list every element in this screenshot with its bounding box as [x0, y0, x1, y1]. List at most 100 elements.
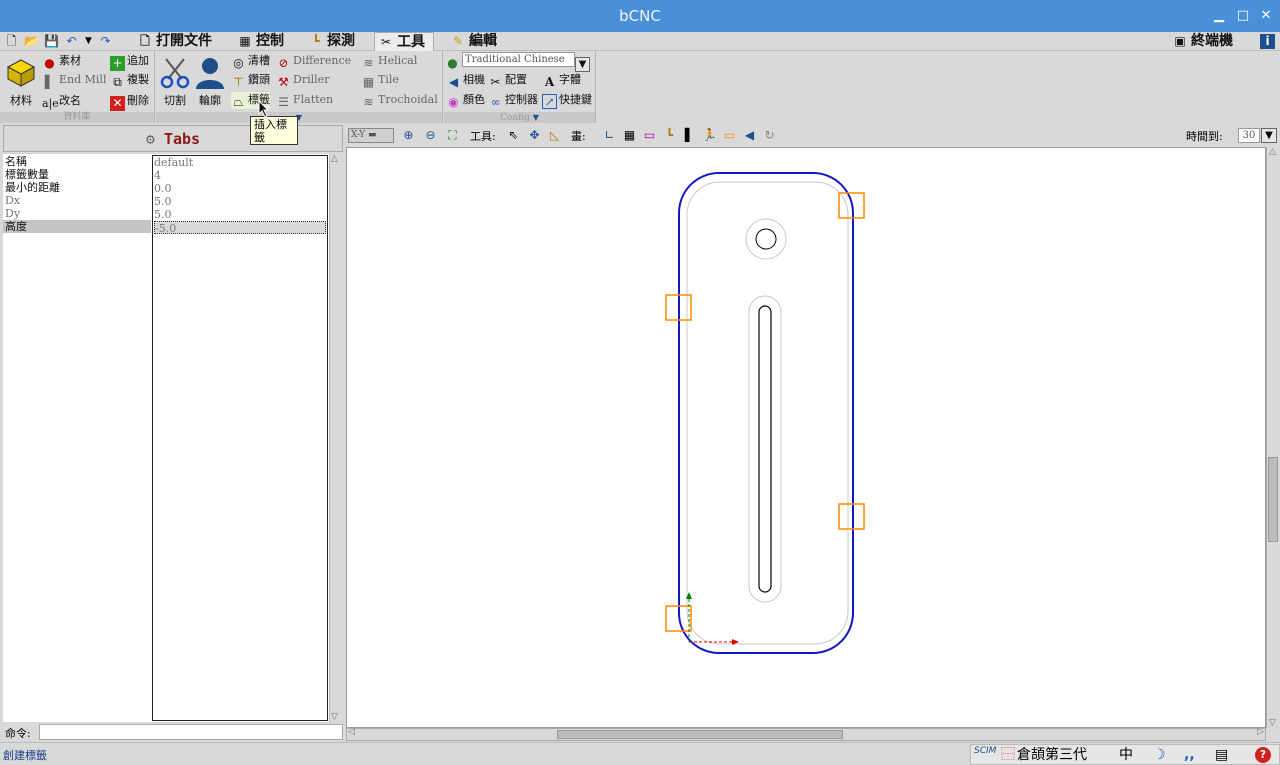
- property-value[interactable]: 4: [154, 169, 326, 182]
- tile-button[interactable]: ▦ Tile: [361, 72, 399, 89]
- canvas-vertical-scrollbar[interactable]: △ ▽: [1266, 147, 1280, 728]
- zoom-in-icon[interactable]: ⊕: [399, 126, 418, 145]
- select-pointer-icon[interactable]: ⇖: [504, 126, 523, 145]
- material-button[interactable]: 材料: [3, 55, 39, 108]
- config-caption-dropdown-icon[interactable]: ▼: [533, 113, 539, 122]
- property-name[interactable]: 標籤數量: [5, 168, 49, 181]
- maximize-button[interactable]: □: [1235, 8, 1251, 24]
- copy-button[interactable]: ⧉ 複製: [110, 72, 149, 89]
- shortcuts-button[interactable]: ↗ 快捷鍵: [542, 92, 592, 109]
- camera-view-icon[interactable]: ◀: [740, 126, 759, 145]
- tab-edit[interactable]: ✎ 編輯: [447, 32, 505, 51]
- property-name[interactable]: Dy: [5, 207, 20, 220]
- menu-bar: 🗋 📂 💾 ↶ ▼ ↷ 🗋 打開文件 ▦ 控制 ┗ 探測 ✂ 工具 ✎ 編輯 ▣ 終端機 i: [0, 32, 1280, 51]
- trochoidal-button[interactable]: ≋ Trochoidal: [361, 92, 437, 109]
- stock-button[interactable]: ● 素材: [42, 53, 81, 70]
- drill-button[interactable]: ⊤ 鑽頭: [231, 72, 270, 89]
- tab-marker[interactable]: [838, 503, 865, 530]
- save-icon[interactable]: 💾: [44, 34, 59, 49]
- canvas-horizontal-scrollbar[interactable]: ◁ ▷: [346, 727, 1266, 741]
- workarea-icon[interactable]: ▌: [680, 126, 699, 145]
- zoom-out-icon[interactable]: ⊖: [421, 126, 440, 145]
- redraw-icon[interactable]: ↻: [760, 126, 779, 145]
- colors-button[interactable]: ◉ 顏色: [446, 92, 485, 109]
- probe-view-icon[interactable]: ┗: [660, 126, 679, 145]
- margin-icon[interactable]: ▭: [640, 126, 659, 145]
- property-value[interactable]: 0.0: [154, 182, 326, 195]
- time-input[interactable]: 30: [1238, 128, 1260, 143]
- flatten-button[interactable]: ☰ Flatten: [276, 92, 333, 109]
- language-dropdown-icon[interactable]: ▼: [575, 57, 590, 72]
- pocket-button[interactable]: ◎ 清槽: [231, 53, 270, 70]
- language-select[interactable]: ● Traditional Chinese ▼: [445, 52, 595, 72]
- tab-terminal[interactable]: ▣ 終端機: [1169, 32, 1243, 51]
- rapid-icon[interactable]: 🏃: [700, 126, 719, 145]
- driller-button[interactable]: ⚒ Driller: [276, 72, 329, 89]
- property-value[interactable]: -5.0: [154, 221, 326, 235]
- keyboard-icon[interactable]: ▤: [1215, 746, 1228, 764]
- minimize-button[interactable]: ▁: [1211, 8, 1227, 24]
- scroll-down-icon[interactable]: ▽: [331, 712, 338, 722]
- vertical-scroll-thumb[interactable]: [1268, 457, 1278, 542]
- pan-move-icon[interactable]: ✥: [525, 126, 544, 145]
- close-button[interactable]: ✕: [1258, 8, 1274, 24]
- scroll-up-icon[interactable]: △: [1269, 147, 1276, 157]
- controller-button[interactable]: ∞ 控制器: [488, 92, 539, 109]
- drawing-canvas[interactable]: [346, 147, 1266, 728]
- property-value[interactable]: default: [154, 156, 326, 169]
- ruler-icon[interactable]: ◺: [545, 126, 564, 145]
- redo-icon[interactable]: ↷: [98, 34, 113, 49]
- outer-contour[interactable]: [678, 172, 854, 654]
- property-name[interactable]: 最小的距離: [5, 181, 60, 194]
- tab-tools[interactable]: ✂ 工具: [374, 32, 434, 51]
- camera-button[interactable]: ◀ 相機: [446, 72, 485, 89]
- view-dropdown-icon[interactable]: ▬: [368, 130, 377, 140]
- delete-button[interactable]: ✕ 刪除: [110, 93, 149, 111]
- scroll-left-icon[interactable]: ◁: [348, 727, 355, 737]
- endmill-button[interactable]: ▌ End Mill: [42, 72, 107, 89]
- ime-panel[interactable]: SCIM ⿱ 倉頡第三代 中 ☽ ,, ▤ ?: [970, 744, 1280, 765]
- command-input[interactable]: [39, 724, 343, 740]
- grid-icon[interactable]: ▦: [620, 126, 639, 145]
- gcode-view[interactable]: [347, 148, 1267, 729]
- scroll-down-icon[interactable]: ▽: [1269, 718, 1276, 728]
- globe-icon: ●: [447, 56, 458, 70]
- property-name[interactable]: 高度: [5, 220, 27, 233]
- tab-probe[interactable]: ┗ 探測: [305, 32, 367, 51]
- ime-method-label[interactable]: 倉頡第三代: [1017, 746, 1087, 764]
- property-value[interactable]: 5.0: [154, 208, 326, 221]
- panel-scrollbar[interactable]: △ ▽: [329, 154, 343, 722]
- configure-button[interactable]: ✂ 配置: [488, 72, 527, 89]
- font-button[interactable]: A 字體: [542, 72, 581, 89]
- difference-button[interactable]: ⊘ Difference: [276, 53, 351, 70]
- tab-file[interactable]: 🗋 打開文件: [134, 32, 226, 51]
- scroll-up-icon[interactable]: △: [331, 154, 338, 164]
- help-icon[interactable]: ?: [1255, 747, 1271, 763]
- info-icon[interactable]: i: [1260, 34, 1275, 49]
- time-dropdown-icon[interactable]: ▼: [1261, 128, 1277, 143]
- undo-dropdown-icon[interactable]: ▼: [81, 34, 96, 49]
- cut-button[interactable]: 切割: [158, 55, 192, 108]
- zoom-fit-icon[interactable]: ⛶: [443, 126, 462, 145]
- path-icon[interactable]: ▭: [720, 126, 739, 145]
- property-name[interactable]: 名稱: [5, 155, 27, 168]
- open-folder-icon[interactable]: 📂: [24, 34, 39, 49]
- view-select[interactable]: X-Y ▬: [348, 128, 394, 143]
- axes-icon[interactable]: ∟: [600, 126, 619, 145]
- helical-button[interactable]: ≋ Helical: [361, 53, 417, 70]
- new-file-icon[interactable]: 🗋: [4, 34, 19, 49]
- rename-button[interactable]: a|e改名: [42, 93, 81, 110]
- horizontal-scroll-thumb[interactable]: [557, 730, 843, 739]
- scroll-right-icon[interactable]: ▷: [1257, 727, 1264, 737]
- punctuation-icon[interactable]: ,,: [1184, 746, 1195, 764]
- ime-mode-label[interactable]: 中: [1119, 746, 1133, 764]
- half-width-icon[interactable]: ☽: [1153, 746, 1166, 764]
- profile-button[interactable]: 輪廓: [193, 55, 227, 108]
- property-name[interactable]: Dx: [5, 194, 20, 207]
- add-button[interactable]: + 追加: [110, 53, 149, 71]
- undo-icon[interactable]: ↶: [64, 34, 79, 49]
- tab-control[interactable]: ▦ 控制: [234, 32, 294, 51]
- slot-contour[interactable]: [758, 305, 772, 593]
- property-value[interactable]: 5.0: [154, 195, 326, 208]
- hole-contour[interactable]: [755, 228, 777, 250]
